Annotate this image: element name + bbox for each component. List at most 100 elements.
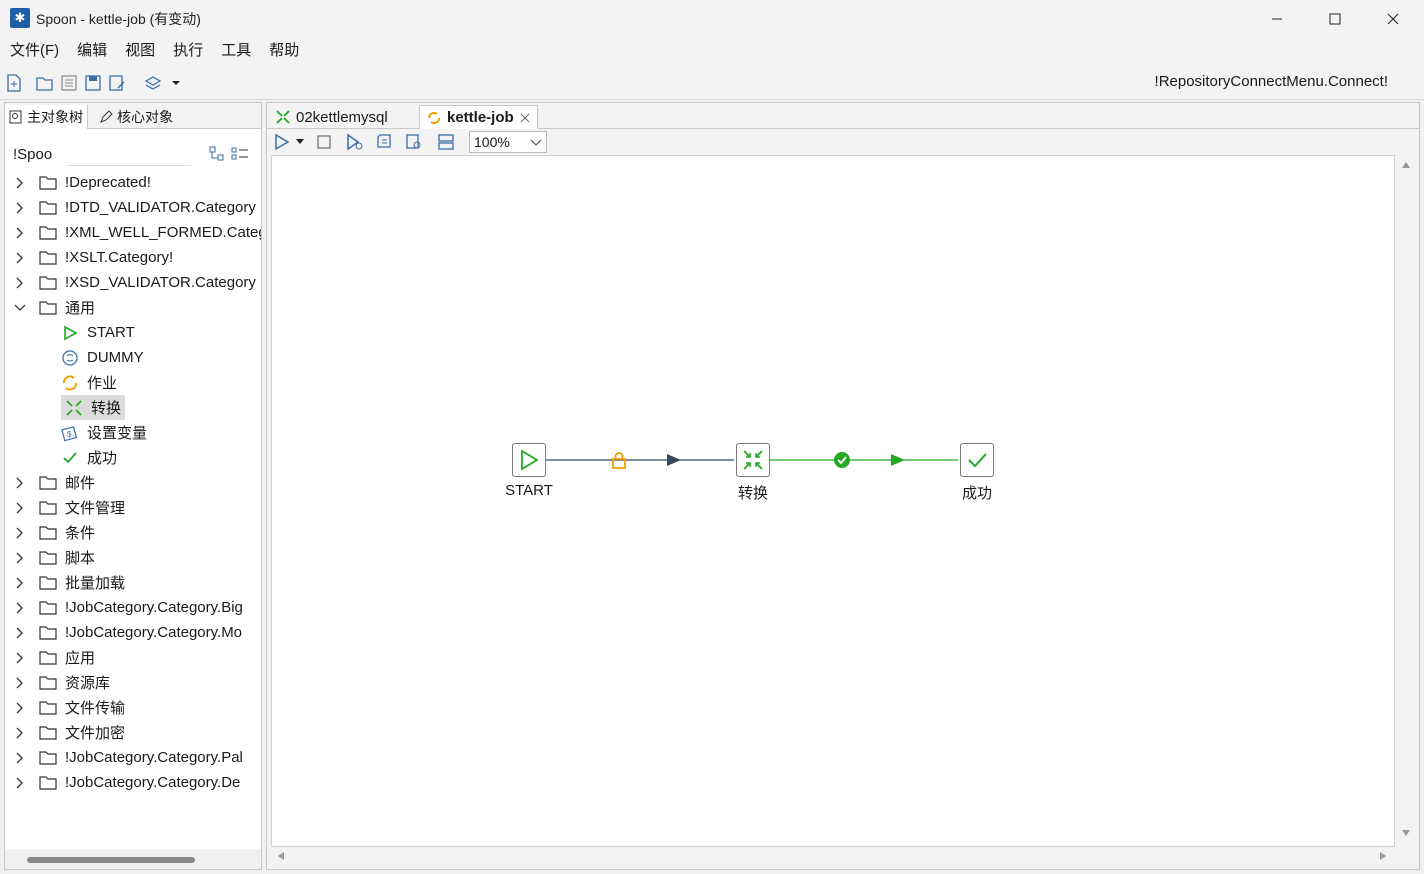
tree-folder[interactable]: !XSLT.Category! bbox=[13, 245, 173, 270]
new-file-icon[interactable] bbox=[6, 74, 24, 92]
tab-object-tree[interactable]: 主对象树 bbox=[5, 105, 88, 129]
save-as-icon[interactable] bbox=[108, 74, 126, 92]
folder-icon bbox=[39, 200, 57, 215]
tree-folder[interactable]: !JobCategory.Category.Pal bbox=[13, 745, 243, 770]
chevron-right-icon[interactable] bbox=[13, 702, 27, 714]
folder-icon bbox=[39, 475, 57, 490]
editor-panel: 02kettlemysql kettle-job 100% START 转换 成… bbox=[266, 102, 1420, 870]
title-bar bbox=[0, 0, 1424, 38]
tree-folder[interactable]: !Deprecated! bbox=[13, 170, 151, 195]
node-start[interactable] bbox=[512, 443, 546, 477]
tree-leaf[interactable]: $ 设置变量 bbox=[61, 420, 147, 445]
close-icon[interactable] bbox=[1364, 0, 1422, 38]
save-icon[interactable] bbox=[84, 74, 102, 92]
chevron-right-icon[interactable] bbox=[13, 252, 27, 264]
menu-tools[interactable]: 工具 bbox=[221, 38, 251, 64]
tree-leaf[interactable]: DUMMY bbox=[61, 345, 144, 370]
run-dropdown-icon[interactable] bbox=[295, 137, 313, 155]
tab-kettle-job[interactable]: kettle-job bbox=[419, 105, 538, 129]
menu-help[interactable]: 帮助 bbox=[269, 38, 299, 64]
chevron-right-icon[interactable] bbox=[13, 177, 27, 189]
tree-folder[interactable]: 文件管理 bbox=[13, 495, 125, 520]
chevron-right-icon[interactable] bbox=[13, 202, 27, 214]
layers-icon[interactable] bbox=[144, 74, 182, 92]
chevron-right-icon[interactable] bbox=[13, 602, 27, 614]
repository-connect-link[interactable]: !RepositoryConnectMenu.Connect! bbox=[1155, 73, 1388, 90]
chevron-right-icon[interactable] bbox=[13, 627, 27, 639]
chevron-right-icon[interactable] bbox=[13, 502, 27, 514]
tree-leaf[interactable]: 成功 bbox=[61, 445, 117, 470]
tree-folder[interactable]: !JobCategory.Category.Mo bbox=[13, 620, 242, 645]
folder-icon bbox=[39, 700, 57, 715]
run-icon[interactable] bbox=[273, 133, 291, 151]
menu-view[interactable]: 视图 bbox=[125, 38, 155, 64]
horizontal-scrollbar[interactable] bbox=[27, 857, 195, 863]
search-input[interactable] bbox=[67, 142, 191, 166]
tree-folder[interactable]: 应用 bbox=[13, 645, 95, 670]
preview-icon[interactable] bbox=[345, 133, 363, 151]
tree-folder[interactable]: 文件加密 bbox=[13, 720, 125, 745]
zoom-value: 100% bbox=[474, 134, 510, 150]
chevron-right-icon[interactable] bbox=[13, 577, 27, 589]
tree-leaf[interactable]: START bbox=[61, 320, 135, 345]
menu-edit[interactable]: 编辑 bbox=[77, 38, 107, 64]
scroll-right-icon[interactable] bbox=[1379, 851, 1387, 861]
zoom-select[interactable]: 100% bbox=[469, 131, 547, 153]
close-tab-icon[interactable] bbox=[519, 112, 531, 124]
tree-folder[interactable]: !XML_WELL_FORMED.Categ bbox=[13, 220, 261, 245]
chevron-right-icon[interactable] bbox=[13, 727, 27, 739]
chevron-right-icon[interactable] bbox=[13, 527, 27, 539]
tree-folder[interactable]: !XSD_VALIDATOR.Category bbox=[13, 270, 256, 295]
node-success[interactable] bbox=[960, 443, 994, 477]
chevron-right-icon[interactable] bbox=[13, 227, 27, 239]
chevron-right-icon[interactable] bbox=[13, 277, 27, 289]
chevron-right-icon[interactable] bbox=[13, 677, 27, 689]
collapse-all-icon[interactable] bbox=[231, 146, 249, 162]
tree-folder[interactable]: 通用 bbox=[13, 295, 95, 320]
expand-all-icon[interactable] bbox=[209, 146, 225, 162]
tree-folder[interactable]: 文件传输 bbox=[13, 695, 125, 720]
explorer-icon[interactable] bbox=[437, 133, 455, 151]
vertical-scrollbar[interactable] bbox=[1397, 155, 1415, 845]
maximize-icon[interactable] bbox=[1306, 0, 1364, 38]
tree-item-label: 文件加密 bbox=[65, 725, 126, 742]
chevron-right-icon[interactable] bbox=[13, 752, 27, 764]
scroll-down-icon[interactable] bbox=[1401, 829, 1411, 837]
folder-icon bbox=[39, 600, 57, 615]
scroll-left-icon[interactable] bbox=[277, 851, 285, 861]
tree-folder[interactable]: 邮件 bbox=[13, 470, 95, 495]
menu-file[interactable]: 文件(F) bbox=[10, 38, 59, 64]
sql-icon[interactable] bbox=[405, 133, 423, 151]
tree-folder[interactable]: 条件 bbox=[13, 520, 95, 545]
tab-label: 核心对象 bbox=[117, 109, 173, 125]
menu-run[interactable]: 执行 bbox=[173, 38, 203, 64]
explore-icon[interactable] bbox=[60, 74, 78, 92]
tree-leaf[interactable]: 作业 bbox=[61, 370, 117, 395]
chevron-right-icon[interactable] bbox=[13, 477, 27, 489]
minimize-icon[interactable] bbox=[1248, 0, 1306, 38]
tree-folder[interactable]: !DTD_VALIDATOR.Category bbox=[13, 195, 256, 220]
chevron-right-icon[interactable] bbox=[13, 777, 27, 789]
chevron-right-icon[interactable] bbox=[13, 552, 27, 564]
folder-icon bbox=[39, 175, 57, 190]
chevron-right-icon[interactable] bbox=[13, 652, 27, 664]
job-canvas[interactable]: START 转换 成功 bbox=[271, 155, 1395, 847]
tree-folder[interactable]: 脚本 bbox=[13, 545, 95, 570]
node-transform[interactable] bbox=[736, 443, 770, 477]
tree-folder[interactable]: 资源库 bbox=[13, 670, 110, 695]
chevron-down-icon[interactable] bbox=[13, 303, 27, 313]
canvas-horizontal-scrollbar[interactable] bbox=[271, 847, 1395, 865]
tree-folder[interactable]: !JobCategory.Category.Big bbox=[13, 595, 243, 620]
hop-arrow bbox=[891, 454, 905, 466]
debug-icon[interactable] bbox=[375, 133, 393, 151]
tree-folder[interactable]: 批量加载 bbox=[13, 570, 125, 595]
tree-folder[interactable]: !JobCategory.Category.De bbox=[13, 770, 240, 795]
tab-core-objects[interactable]: 核心对象 bbox=[95, 105, 177, 129]
tree-leaf[interactable]: 转换 bbox=[61, 395, 126, 420]
open-icon[interactable] bbox=[36, 74, 54, 92]
set-variable-icon: $ bbox=[61, 424, 79, 442]
stop-icon[interactable] bbox=[315, 133, 333, 151]
tab-02kettlemysql[interactable]: 02kettlemysql bbox=[269, 105, 394, 129]
scroll-up-icon[interactable] bbox=[1401, 161, 1411, 169]
hop-arrow bbox=[667, 454, 681, 466]
